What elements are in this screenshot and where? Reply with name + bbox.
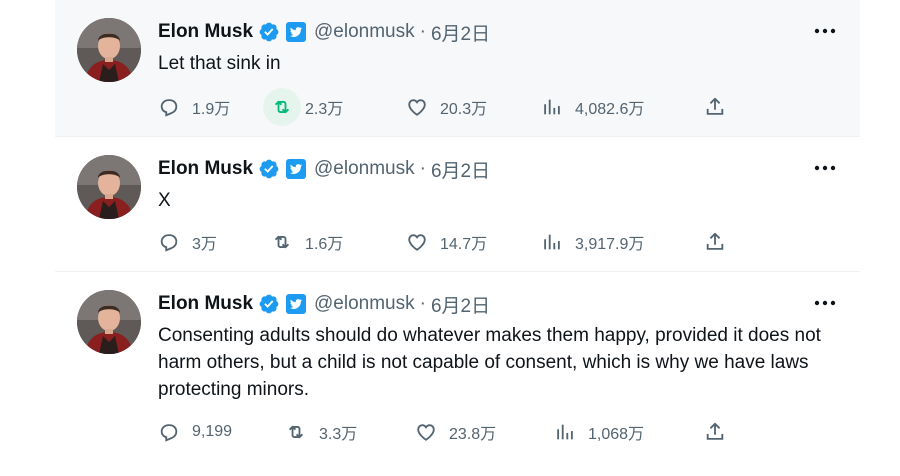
like-count: 23.8万 [449,426,497,443]
retweet-count: 2.3万 [305,101,344,118]
tweet[interactable]: Elon Musk @elonmusk · 6月2日 X 3万 1.6万 14.… [55,137,860,272]
reply-count: 3万 [192,236,217,253]
more-icon[interactable] [812,292,838,314]
like-count: 20.3万 [440,101,488,118]
more-icon[interactable] [812,20,838,42]
views-icon [554,421,576,443]
retweet-count: 1.6万 [305,236,344,253]
twitter-bird-badge-icon [286,294,306,314]
tweet[interactable]: Elon Musk @elonmusk · 6月2日 Let that sink… [55,0,860,137]
retweet-hover-highlight [263,88,301,126]
author-name[interactable]: Elon Musk [158,158,253,180]
views-count: 4,082.6万 [575,101,645,118]
views-icon [541,96,563,118]
like-button[interactable]: 14.7万 [406,228,487,256]
reply-button[interactable]: 1.9万 [158,93,230,121]
like-button[interactable]: 23.8万 [415,418,496,446]
twitter-bird-badge-icon [286,159,306,179]
avatar[interactable] [77,290,141,354]
verified-badge-icon [258,293,280,315]
tweet-header: Elon Musk @elonmusk · 6月2日 [158,290,490,318]
retweet-button[interactable]: 3.3万 [285,418,357,446]
verified-badge-icon [258,21,280,43]
tweet-actions: 3万 1.6万 14.7万 3,917.9万 [158,228,758,256]
views-count: 3,917.9万 [575,236,645,253]
author-name[interactable]: Elon Musk [158,21,253,43]
tweet-date[interactable]: 6月2日 [431,291,490,318]
avatar[interactable] [77,18,141,82]
tweet-header: Elon Musk @elonmusk · 6月2日 [158,155,490,183]
share-icon [704,96,726,118]
reply-count: 9,199 [192,423,233,440]
tweet-date[interactable]: 6月2日 [431,156,490,183]
tweet-text: Consenting adults should do whatever mak… [158,325,821,400]
reply-button[interactable]: 3万 [158,228,217,256]
retweet-count: 3.3万 [319,426,358,443]
views-count: 1,068万 [588,426,645,443]
reply-button[interactable]: 9,199 [158,418,232,446]
share-button[interactable] [704,228,726,256]
share-button[interactable] [704,418,726,446]
author-handle[interactable]: @elonmusk [314,158,415,180]
tweet-header: Elon Musk @elonmusk · 6月2日 [158,18,490,46]
retweet-button[interactable]: 2.3万 [263,88,344,126]
reply-icon [158,96,180,118]
separator-dot: · [419,293,426,314]
views-button[interactable]: 3,917.9万 [541,228,644,256]
author-handle[interactable]: @elonmusk [314,21,415,43]
tweet-date[interactable]: 6月2日 [431,19,490,46]
tweet-text: X [158,190,171,211]
twitter-bird-badge-icon [286,22,306,42]
tweet-actions: 1.9万 2.3万 20.3万 4,082.6万 [158,88,758,126]
verified-badge-icon [258,158,280,180]
share-icon [704,231,726,253]
views-icon [541,231,563,253]
share-button[interactable] [704,93,726,121]
retweet-icon [271,231,293,253]
views-button[interactable]: 1,068万 [554,418,644,446]
reply-icon [158,421,180,443]
like-count: 14.7万 [440,236,488,253]
tweet-text: Let that sink in [158,53,281,74]
tweet[interactable]: Elon Musk @elonmusk · 6月2日 Consenting ad… [55,272,860,476]
separator-dot: · [419,158,426,179]
tweet-actions: 9,199 3.3万 23.8万 1,068万 [158,418,758,446]
like-icon [406,231,428,253]
retweet-icon [271,96,293,118]
separator-dot: · [419,21,426,42]
more-icon[interactable] [812,157,838,179]
avatar[interactable] [77,155,141,219]
retweet-button[interactable]: 1.6万 [271,228,343,256]
author-name[interactable]: Elon Musk [158,293,253,315]
reply-icon [158,231,180,253]
tweet-feed: Elon Musk @elonmusk · 6月2日 Let that sink… [55,0,860,476]
like-icon [415,421,437,443]
like-button[interactable]: 20.3万 [406,93,487,121]
views-button[interactable]: 4,082.6万 [541,93,644,121]
author-handle[interactable]: @elonmusk [314,293,415,315]
like-icon [406,96,428,118]
share-icon [704,421,726,443]
retweet-icon [285,421,307,443]
reply-count: 1.9万 [192,101,231,118]
